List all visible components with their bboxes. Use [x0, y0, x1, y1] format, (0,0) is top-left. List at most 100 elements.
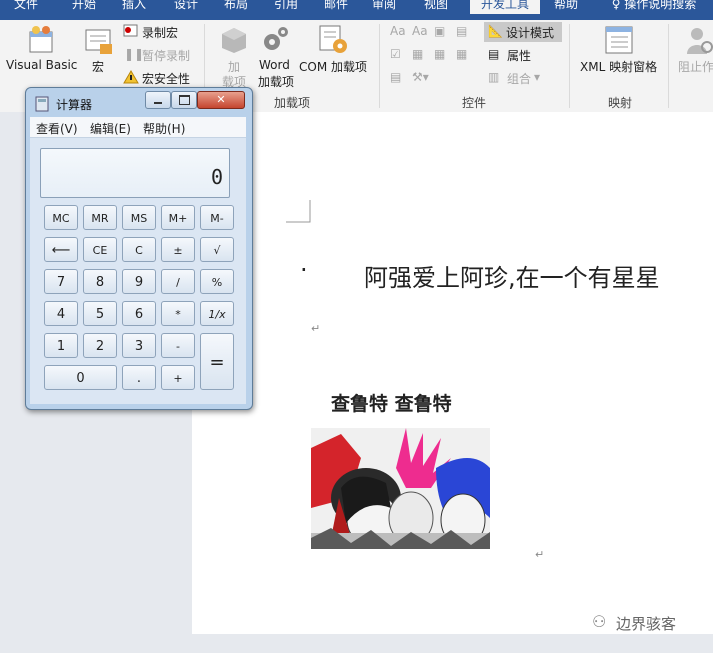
key-c[interactable]: C	[122, 237, 156, 262]
key-mc[interactable]: MC	[44, 205, 78, 230]
close-button[interactable]: ✕	[197, 91, 245, 109]
tell-me-search[interactable]: ♀ 操作说明搜索	[604, 0, 704, 14]
record-macro-icon	[123, 24, 138, 37]
document-heading[interactable]: 查鲁特 查鲁特	[331, 389, 452, 416]
key-sqrt[interactable]: √	[200, 237, 234, 262]
tab-developer[interactable]: 开发工具	[470, 0, 540, 14]
legacy-tools-icon[interactable]: ⚒▾	[412, 70, 429, 84]
xml-mapping-label: XML 映射窗格	[580, 60, 658, 74]
chevron-down-icon: ▾	[534, 70, 541, 84]
key-9[interactable]: 9	[122, 269, 156, 294]
building-block-control-icon[interactable]: ▤	[456, 24, 467, 38]
pause-recording-label: 暂停录制	[142, 49, 191, 63]
key-3[interactable]: 3	[122, 333, 156, 358]
com-addins-label: COM 加载项	[299, 60, 367, 74]
display-value: 0	[210, 165, 223, 189]
key-0[interactable]: 0	[44, 365, 117, 390]
word-addins-label-2: 加载项	[258, 75, 295, 89]
key-multiply[interactable]: *	[161, 301, 195, 326]
warning-icon	[123, 70, 139, 84]
tab-file[interactable]: 文件	[8, 0, 44, 14]
key-negate[interactable]: ±	[161, 237, 195, 262]
plain-text-control-icon[interactable]: Aa	[412, 24, 428, 38]
visual-basic-label: Visual Basic	[6, 58, 78, 72]
block-authors-label: 阻止作	[678, 60, 713, 74]
dropdown-control-icon[interactable]: ▦	[434, 47, 445, 61]
tab-design[interactable]: 设计	[168, 0, 204, 14]
menu-help[interactable]: 帮助(H)	[143, 120, 185, 137]
tab-review[interactable]: 审阅	[366, 0, 402, 14]
key-percent[interactable]: %	[200, 269, 234, 294]
group-divider	[569, 24, 570, 108]
xml-mapping-icon	[605, 26, 633, 54]
tab-references[interactable]: 引用	[268, 0, 304, 14]
design-mode-label: 设计模式	[506, 26, 555, 40]
key-subtract[interactable]: -	[161, 333, 195, 358]
key-4[interactable]: 4	[44, 301, 78, 326]
rich-text-control-icon[interactable]: Aa	[390, 24, 406, 38]
properties-icon: ▤	[488, 47, 500, 61]
key-7[interactable]: 7	[44, 269, 78, 294]
tab-help[interactable]: 帮助	[548, 0, 584, 14]
properties-label: 属性	[507, 49, 532, 63]
calculator-icon	[35, 96, 49, 112]
key-5[interactable]: 5	[83, 301, 117, 326]
key-add[interactable]: +	[161, 365, 195, 390]
tab-layout[interactable]: 布局	[218, 0, 254, 14]
repeating-section-icon[interactable]: ▤	[390, 70, 401, 84]
combo-box-control-icon[interactable]: ▦	[412, 47, 423, 61]
gears-icon	[264, 27, 288, 50]
tab-insert[interactable]: 插入	[116, 0, 152, 14]
tab-view[interactable]: 视图	[418, 0, 454, 14]
key-1[interactable]: 1	[44, 333, 78, 358]
visual-basic-icon	[29, 26, 53, 53]
macros-label: 宏	[92, 60, 105, 74]
com-addins-icon	[319, 25, 347, 53]
status-bar	[0, 634, 713, 653]
key-ce[interactable]: CE	[83, 237, 117, 262]
key-m-plus[interactable]: M+	[161, 205, 195, 230]
key-ms[interactable]: MS	[122, 205, 156, 230]
maximize-button[interactable]	[171, 91, 197, 109]
wechat-icon: ⚇	[592, 612, 607, 631]
key-6[interactable]: 6	[122, 301, 156, 326]
paragraph-mark: ↵	[535, 548, 545, 561]
meme-illustration	[311, 428, 490, 549]
key-m-minus[interactable]: M-	[200, 205, 234, 230]
key-backspace[interactable]: ⟵	[44, 237, 78, 262]
record-macro-label: 录制宏	[142, 26, 179, 40]
group-label: 组合	[507, 72, 532, 86]
page-corner-mark	[286, 200, 311, 223]
picture-control-icon[interactable]: ▣	[434, 24, 445, 38]
addins-icon	[222, 28, 246, 53]
watermark-text: 边界骇客	[616, 615, 677, 633]
key-divide[interactable]: /	[161, 269, 195, 294]
paragraph-mark: ↵	[311, 322, 321, 335]
group-icon: ▥	[488, 70, 500, 84]
tab-mailings[interactable]: 邮件	[318, 0, 354, 14]
design-mode-icon: 📐	[488, 24, 503, 38]
tell-me-label: 操作说明搜索	[624, 0, 697, 11]
lightbulb-icon: ♀	[611, 0, 625, 11]
minimize-icon	[154, 102, 162, 104]
key-mr[interactable]: MR	[83, 205, 117, 230]
key-2[interactable]: 2	[83, 333, 117, 358]
calculator-display: 0	[40, 148, 230, 198]
key-8[interactable]: 8	[83, 269, 117, 294]
document-line-1[interactable]: 阿强爱上阿珍,在一个有星星	[364, 258, 660, 293]
group-divider	[668, 24, 669, 108]
design-mode-button[interactable]: 📐 设计模式	[484, 22, 562, 42]
document-page[interactable]	[192, 112, 713, 634]
meme-image[interactable]	[311, 428, 490, 549]
menu-view[interactable]: 查看(V)	[36, 120, 78, 137]
minimize-button[interactable]	[145, 91, 171, 109]
calculator-window[interactable]: 计算器 ✕ 查看(V) 编辑(E) 帮助(H) 0 MC MR MS M+ M-…	[25, 87, 253, 410]
tab-home[interactable]: 开始	[66, 0, 102, 14]
date-picker-control-icon[interactable]: ▦	[456, 47, 467, 61]
menu-edit[interactable]: 编辑(E)	[90, 120, 131, 137]
key-equals[interactable]: =	[200, 333, 234, 390]
key-decimal[interactable]: .	[122, 365, 156, 390]
macros-icon	[85, 29, 112, 54]
checkbox-control-icon[interactable]: ☑	[390, 47, 401, 61]
key-reciprocal[interactable]: 1/x	[200, 301, 234, 326]
